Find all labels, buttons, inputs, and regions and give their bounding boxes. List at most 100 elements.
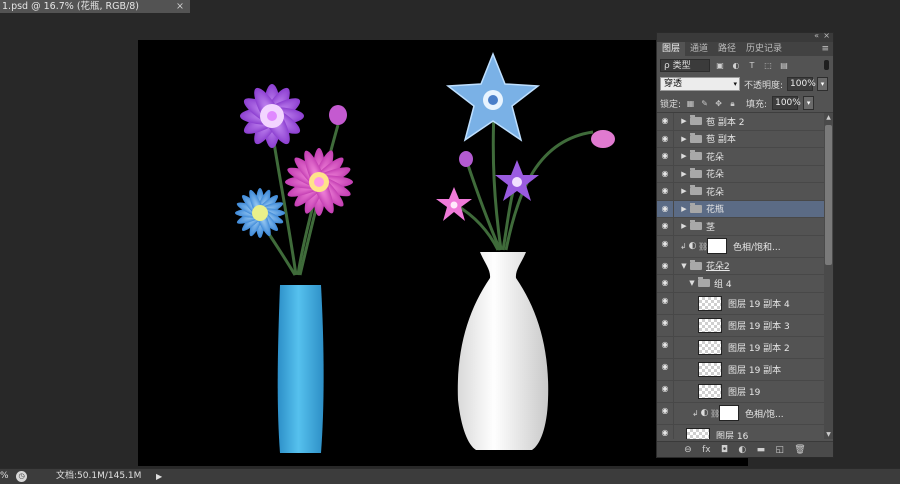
layer-row[interactable]: ◉ ↲ ◐ ⛓ 色相/饱... bbox=[657, 402, 825, 425]
add-mask-icon[interactable]: ◘ bbox=[721, 445, 728, 455]
layer-row[interactable]: ◉ ▼ 组 4 bbox=[657, 275, 825, 293]
smart-object-filter-icon[interactable]: ▤ bbox=[778, 60, 790, 71]
eye-icon[interactable]: ◉ bbox=[657, 183, 674, 200]
layer-row[interactable]: ◉ ▼ 花朵2 bbox=[657, 257, 825, 275]
layer-row[interactable]: ◉ 图层 19 副本 2 bbox=[657, 336, 825, 359]
layer-mask-thumbnail[interactable] bbox=[719, 405, 739, 421]
expand-icon[interactable]: ▶ bbox=[680, 135, 688, 143]
purple-star-flower bbox=[495, 160, 539, 201]
delete-layer-icon[interactable]: 🗑 bbox=[794, 445, 805, 455]
layer-name: 色相/饱... bbox=[745, 409, 784, 420]
eye-icon[interactable]: ◉ bbox=[657, 314, 674, 336]
scroll-up-icon[interactable]: ▲ bbox=[824, 113, 833, 122]
new-group-icon[interactable]: ▬ bbox=[757, 445, 766, 455]
pink-daisy bbox=[285, 148, 353, 216]
status-bar: % ◷ 文档:50.1M/145.1M ▶ bbox=[0, 468, 900, 484]
expand-icon[interactable]: ▶ bbox=[680, 187, 688, 195]
image-filter-icon[interactable]: ▣ bbox=[714, 60, 726, 71]
eye-icon[interactable]: ◉ bbox=[657, 130, 674, 147]
filter-toggle[interactable] bbox=[824, 60, 829, 70]
collapse-icon[interactable]: « bbox=[814, 31, 819, 40]
eye-icon[interactable]: ◉ bbox=[657, 424, 674, 439]
layer-row[interactable]: ◉ ▶ 花朵 bbox=[657, 148, 825, 166]
collapse-arrow-icon[interactable]: ▼ bbox=[688, 279, 696, 287]
expand-icon[interactable]: ▶ bbox=[680, 170, 688, 178]
opacity-slider-button[interactable]: ▾ bbox=[817, 77, 829, 91]
eye-icon[interactable]: ◉ bbox=[657, 292, 674, 314]
eye-icon[interactable]: ◉ bbox=[657, 200, 674, 217]
layer-row[interactable]: ◉ 图层 19 bbox=[657, 380, 825, 403]
expand-icon[interactable]: ▶ bbox=[680, 205, 688, 213]
tab-channels[interactable]: 通道 bbox=[685, 42, 713, 56]
eye-icon[interactable]: ◉ bbox=[657, 380, 674, 402]
eye-icon[interactable]: ◉ bbox=[657, 218, 674, 235]
folder-icon bbox=[690, 115, 702, 126]
layer-row[interactable]: ◉ 图层 19 副本 bbox=[657, 358, 825, 381]
scroll-thumb[interactable] bbox=[825, 125, 832, 265]
layer-row[interactable]: ◉ ▶ 茎 bbox=[657, 218, 825, 236]
tab-history[interactable]: 历史记录 bbox=[741, 42, 787, 56]
collapse-arrow-icon[interactable]: ▼ bbox=[680, 262, 688, 270]
eye-icon[interactable]: ◉ bbox=[657, 257, 674, 274]
left-bud bbox=[329, 105, 347, 125]
new-adjustment-icon[interactable]: ◐ bbox=[738, 445, 746, 455]
scroll-down-icon[interactable]: ▼ bbox=[824, 430, 833, 439]
document-tab[interactable]: 1.psd @ 16.7% (花瓶, RGB/8) × bbox=[0, 0, 190, 13]
layer-mask-thumbnail[interactable] bbox=[707, 238, 727, 254]
fill-input[interactable]: 100% bbox=[772, 96, 801, 110]
close-icon[interactable]: × bbox=[823, 31, 830, 40]
fill-slider-button[interactable]: ▾ bbox=[803, 96, 815, 110]
pink-bud bbox=[591, 130, 615, 148]
zoom-level[interactable]: % bbox=[0, 469, 9, 484]
close-icon[interactable]: × bbox=[176, 0, 184, 13]
layer-name: 茎 bbox=[706, 222, 716, 233]
adjustment-filter-icon[interactable]: ◐ bbox=[730, 60, 742, 71]
status-menu-icon[interactable]: ◷ bbox=[16, 471, 27, 482]
fx-icon[interactable]: fx bbox=[702, 445, 711, 455]
new-layer-icon[interactable]: ◱ bbox=[775, 445, 784, 455]
tab-layers[interactable]: 图层 bbox=[657, 42, 686, 56]
layer-row[interactable]: ◉ ▶ 苞 副本 bbox=[657, 130, 825, 148]
expand-icon[interactable]: ▶ bbox=[680, 117, 688, 125]
eye-icon[interactable]: ◉ bbox=[657, 402, 674, 424]
lock-position-icon[interactable]: ✥ bbox=[714, 99, 723, 108]
tab-paths[interactable]: 路径 bbox=[713, 42, 741, 56]
adjustment-layer-icon: ◐ bbox=[700, 408, 709, 418]
layer-row-selected[interactable]: ◉ ▶ 花瓶 bbox=[657, 200, 825, 218]
layer-row[interactable]: ◉ 图层 19 副本 3 bbox=[657, 314, 825, 337]
lock-transparent-icon[interactable]: ▦ bbox=[686, 99, 695, 108]
layer-row[interactable]: ◉ 图层 19 副本 4 bbox=[657, 292, 825, 315]
lock-image-icon[interactable]: ✎ bbox=[700, 99, 709, 108]
eye-icon[interactable]: ◉ bbox=[657, 113, 674, 130]
layer-row[interactable]: ◉ ▶ 苞 副本 2 bbox=[657, 113, 825, 131]
layer-row[interactable]: ◉ ▶ 花朵 bbox=[657, 165, 825, 183]
panel-menu-icon[interactable]: ≡ bbox=[821, 42, 829, 56]
layer-thumbnail bbox=[698, 317, 722, 333]
status-arrow-icon[interactable]: ▶ bbox=[156, 469, 162, 484]
layer-row[interactable]: ◉ ▶ 花朵 bbox=[657, 183, 825, 201]
eye-icon[interactable]: ◉ bbox=[657, 275, 674, 292]
blend-mode-select[interactable]: 穿透 ▾ bbox=[660, 77, 740, 91]
eye-icon[interactable]: ◉ bbox=[657, 336, 674, 358]
opacity-input[interactable]: 100% bbox=[787, 77, 816, 91]
filter-kind-label: 类型 bbox=[672, 60, 691, 71]
lock-all-icon[interactable]: 🔒︎ bbox=[728, 99, 737, 108]
shape-filter-icon[interactable]: ⬚ bbox=[762, 60, 774, 71]
eye-icon[interactable]: ◉ bbox=[657, 358, 674, 380]
eye-icon[interactable]: ◉ bbox=[657, 148, 674, 165]
link-layers-icon[interactable]: ⊖ bbox=[684, 445, 692, 455]
expand-icon[interactable]: ▶ bbox=[680, 152, 688, 160]
chain-link-icon[interactable]: ⛓ bbox=[698, 242, 708, 251]
clip-arrow-icon: ↲ bbox=[692, 408, 699, 418]
layer-row[interactable]: ◉ 图层 16 bbox=[657, 424, 825, 439]
type-filter-icon[interactable]: T bbox=[746, 60, 758, 71]
white-vase bbox=[457, 252, 549, 450]
eye-icon[interactable]: ◉ bbox=[657, 165, 674, 182]
chain-link-icon[interactable]: ⛓ bbox=[710, 409, 720, 418]
layers-scrollbar[interactable]: ▲ ▼ bbox=[824, 113, 833, 439]
layer-row[interactable]: ◉ ↲ ◐ ⛓ 色相/饱和... bbox=[657, 235, 825, 258]
folder-icon bbox=[690, 202, 702, 213]
expand-icon[interactable]: ▶ bbox=[680, 222, 688, 230]
eye-icon[interactable]: ◉ bbox=[657, 235, 674, 257]
filter-kind-select[interactable]: ρ 类型 bbox=[660, 58, 710, 72]
